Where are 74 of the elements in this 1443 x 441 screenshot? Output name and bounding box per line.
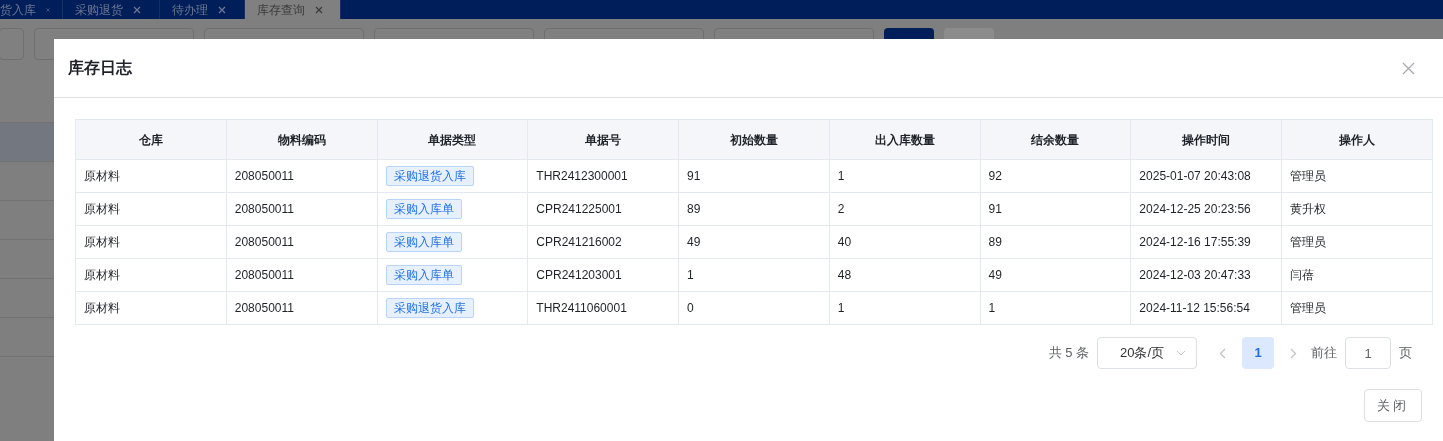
table-cell: 2025-01-07 20:43:08 [1130,159,1282,193]
table-cell: 原材料 [75,192,227,226]
table-cell: 2 [829,192,981,226]
close-button[interactable]: 关闭 [1364,389,1422,422]
close-icon[interactable] [1402,61,1415,75]
table-cell: 原材料 [75,291,227,325]
page-suffix-label: 页 [1399,344,1412,363]
table-cell: 原材料 [75,225,227,259]
column-header: 出入库数量 [829,119,981,160]
total-count: 共 5 条 [1048,344,1089,363]
table-cell: CPR241203001 [527,258,679,292]
prev-page-icon[interactable] [1219,347,1226,359]
table-cell: 管理员 [1281,291,1433,325]
table-cell: 管理员 [1281,225,1433,259]
table-cell: 91 [678,159,830,193]
table-cell: 49 [678,225,830,259]
table-cell: 1 [829,159,981,193]
column-header: 操作时间 [1130,119,1282,160]
column-header: 初始数量 [678,119,830,160]
table-cell: 黄升权 [1281,192,1433,226]
table-cell: CPR241225001 [527,192,679,226]
table-cell: 208050011 [226,159,378,193]
table-cell: 1 [678,258,830,292]
table-cell: 闫蓓 [1281,258,1433,292]
table-cell: 208050011 [226,291,378,325]
table-cell: 208050011 [226,258,378,292]
goto-label: 前往 [1311,344,1337,363]
close-icon[interactable] [315,5,323,14]
page-size-select[interactable]: 20条/页 [1097,337,1197,369]
close-icon[interactable] [133,5,141,14]
table-cell: 原材料 [75,159,227,193]
column-header: 仓库 [75,119,227,160]
next-page-icon[interactable] [1290,347,1297,359]
column-header: 操作人 [1281,119,1433,160]
table-cell: THR2412300001 [527,159,679,193]
table-cell: 48 [829,258,981,292]
table-cell: 92 [980,159,1131,193]
close-icon[interactable] [218,5,226,14]
tab[interactable]: 货入库 [0,0,63,19]
table-cell: 2024-11-12 15:56:54 [1130,291,1282,325]
close-icon[interactable] [46,5,50,14]
table-cell: 89 [678,192,830,226]
table-cell: 91 [980,192,1131,226]
chevron-down-icon [1176,350,1186,356]
table-cell: 原材料 [75,258,227,292]
type-tag: 采购入库单 [385,232,462,252]
table-cell: 208050011 [226,225,378,259]
table-cell: 2024-12-25 20:23:56 [1130,192,1282,226]
column-header: 物料编码 [226,119,378,160]
page-button[interactable]: 1 [1242,337,1274,369]
table-cell: 2024-12-16 17:55:39 [1130,225,1282,259]
page-input[interactable]: 1 [1345,337,1391,369]
table-cell: 管理员 [1281,159,1433,193]
table-cell: 0 [678,291,830,325]
table-cell: CPR241216002 [527,225,679,259]
table-cell: 1 [980,291,1131,325]
type-tag: 采购入库单 [385,199,462,219]
dialog-title: 库存日志 [68,58,132,78]
column-header: 结余数量 [980,119,1131,160]
table-cell: 208050011 [226,192,378,226]
type-tag: 采购入库单 [385,265,462,285]
tab[interactable]: 采购退货 [63,0,160,19]
table-row [0,123,54,162]
tab[interactable]: 库存查询 [245,0,341,19]
table-cell: 40 [829,225,981,259]
column-header: 单据号 [527,119,679,160]
type-tag: 采购退货入库 [385,298,474,318]
table-cell: 49 [980,258,1131,292]
column-header: 单据类型 [377,119,528,160]
table-cell: 2024-12-03 20:47:33 [1130,258,1282,292]
type-tag: 采购退货入库 [385,166,474,186]
table-cell: 1 [829,291,981,325]
table-cell: THR2411060001 [527,291,679,325]
table-cell: 89 [980,225,1131,259]
